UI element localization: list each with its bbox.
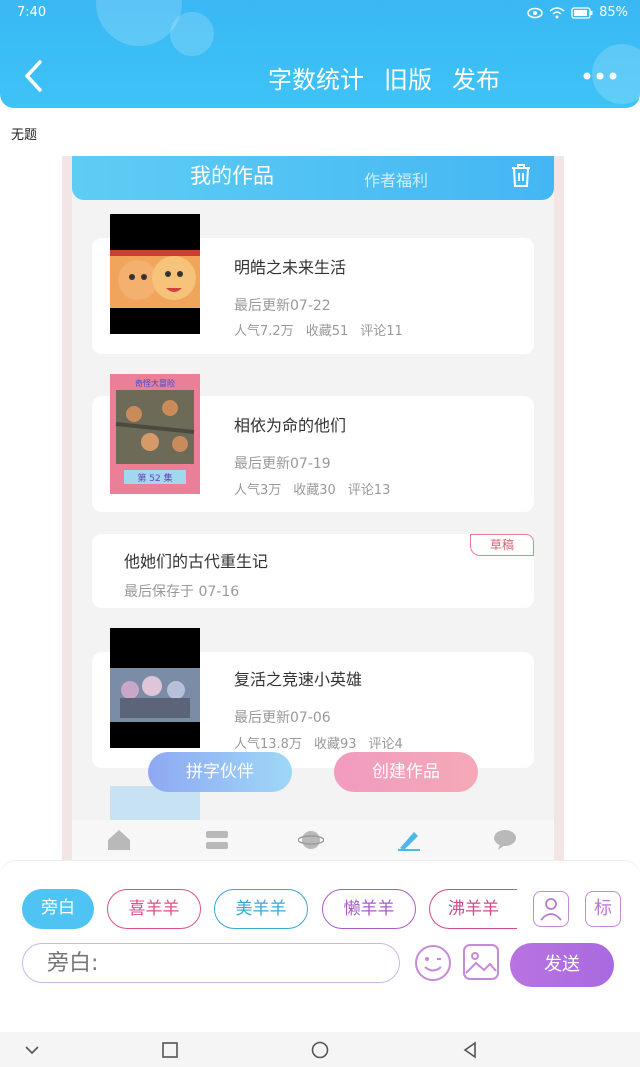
draft-badge: 草稿	[470, 534, 534, 556]
cartoon-image: 奇怪大冒险 第 52 集	[110, 374, 200, 494]
battery-level: 85%	[599, 5, 628, 20]
screenshot-content: 我的作品 作者福利 明皓之未来生活 最后更新07-22 人气7.2万 收藏51 …	[72, 156, 554, 860]
status-bar: 7:40 85%	[0, 0, 640, 28]
cover-caption-bottom: 第 52 集	[137, 472, 172, 484]
eye-icon	[527, 7, 543, 18]
list-icon	[206, 831, 228, 849]
character-button[interactable]	[533, 891, 569, 927]
work-cover: 奇怪大冒险 第 52 集	[110, 374, 200, 494]
partner-button: 拼字伙伴	[148, 752, 292, 792]
work-comments: 评论13	[347, 483, 391, 498]
cartoon-image	[110, 250, 200, 308]
battery-icon	[571, 6, 593, 19]
work-title: 相依为命的他们	[234, 416, 347, 435]
chat-icon	[494, 830, 516, 850]
screenshot-header: 我的作品 作者福利	[72, 156, 554, 200]
work-cover	[110, 628, 200, 748]
work-title: 复活之竞速小英雄	[234, 670, 363, 689]
old-version-button[interactable]: 旧版	[384, 60, 432, 95]
work-popularity: 人气13.8万	[234, 737, 302, 752]
role-narration[interactable]: 旁白	[22, 889, 94, 929]
role-feiyangyang[interactable]: 沸羊羊	[429, 889, 517, 929]
work-stats: 人气3万 收藏30 评论13	[234, 479, 390, 498]
work-title: 他她们的古代重生记	[124, 552, 269, 571]
role-xiyangyang[interactable]: 喜羊羊	[107, 889, 201, 929]
screenshot-tab-bar	[72, 820, 554, 860]
wifi-icon	[549, 6, 565, 18]
chat-composer: 旁白 喜羊羊 美羊羊 懒羊羊 沸羊羊 标 发送	[0, 860, 640, 1032]
status-time: 7:40	[17, 5, 47, 20]
work-cover	[110, 214, 200, 334]
work-popularity: 人气7.2万	[234, 324, 294, 339]
publish-button[interactable]: 发布	[452, 60, 500, 95]
home-circle-icon[interactable]	[310, 1040, 330, 1060]
message-input[interactable]	[22, 943, 400, 983]
system-nav-bar	[0, 1032, 640, 1067]
more-icon[interactable]	[580, 64, 620, 88]
work-popularity: 人气3万	[234, 483, 282, 498]
planet-icon	[298, 831, 324, 849]
work-updated: 最后更新07-06	[234, 710, 331, 726]
cartoon-image	[110, 668, 200, 722]
back-icon[interactable]	[18, 56, 52, 96]
screenshot-header-tab: 作者福利	[364, 171, 429, 190]
chevron-down-icon[interactable]	[22, 1040, 42, 1060]
work-updated: 最后更新07-19	[234, 456, 331, 472]
create-work-button: 创建作品	[334, 752, 478, 792]
work-stats: 人气13.8万 收藏93 评论4	[234, 733, 403, 752]
trash-icon	[512, 164, 530, 187]
document-title: 无题	[11, 128, 38, 143]
emoji-icon[interactable]	[413, 943, 453, 983]
back-triangle-icon[interactable]	[460, 1040, 480, 1060]
send-button[interactable]: 发送	[510, 943, 614, 987]
app-bar: 7:40 85% 字数统计 旧版 发布	[0, 0, 640, 108]
work-comments: 评论11	[360, 324, 403, 339]
pen-icon	[398, 832, 420, 851]
role-lanyangyang[interactable]: 懒羊羊	[322, 889, 416, 929]
role-meiyangyang[interactable]: 美羊羊	[214, 889, 308, 929]
work-favorites: 收藏51	[305, 324, 349, 339]
work-updated: 最后保存于 07-16	[124, 584, 240, 600]
work-favorites: 收藏93	[313, 737, 357, 752]
app-bar-actions: 字数统计 旧版 发布	[268, 60, 500, 95]
embedded-screenshot: 我的作品 作者福利 明皓之未来生活 最后更新07-22 人气7.2万 收藏51 …	[62, 156, 564, 860]
work-stats: 人气7.2万 收藏51 评论11	[234, 320, 403, 339]
recent-apps-icon[interactable]	[160, 1040, 180, 1060]
person-icon	[540, 898, 562, 921]
work-title: 明皓之未来生活	[234, 258, 347, 277]
screenshot-header-title: 我的作品	[190, 164, 274, 188]
work-updated: 最后更新07-22	[234, 298, 331, 314]
work-favorites: 收藏30	[293, 483, 336, 498]
home-icon	[108, 830, 130, 850]
cover-caption-top: 奇怪大冒险	[135, 378, 175, 388]
tag-button[interactable]: 标	[585, 891, 621, 927]
image-icon[interactable]	[462, 943, 500, 981]
work-comments: 评论4	[368, 737, 403, 752]
word-count-button[interactable]: 字数统计	[268, 60, 364, 95]
